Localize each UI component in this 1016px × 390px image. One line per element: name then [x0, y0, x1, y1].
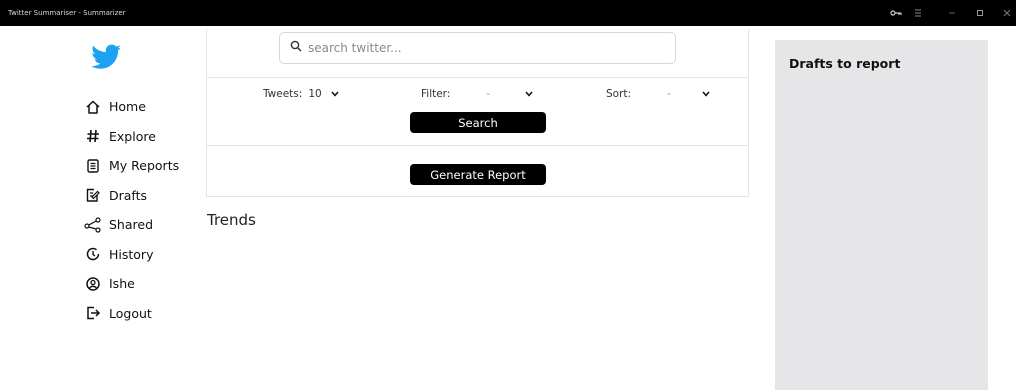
key-icon[interactable] — [888, 5, 904, 21]
search-box[interactable] — [279, 32, 676, 64]
sidebar-item-label: Home — [109, 99, 146, 115]
drafts-icon — [84, 186, 102, 204]
sidebar-item-drafts[interactable]: Drafts — [84, 181, 204, 211]
sidebar-item-my-reports[interactable]: My Reports — [84, 151, 204, 181]
window-title: Twitter Summariser - Summarizer — [8, 9, 126, 17]
sidebar-item-label: History — [109, 246, 154, 262]
generate-report-button[interactable]: Generate Report — [410, 164, 546, 185]
chevron-down-icon — [701, 89, 711, 99]
sidebar-item-label: Logout — [109, 305, 152, 321]
search-input[interactable] — [308, 41, 648, 55]
tweets-value: 10 — [308, 88, 322, 100]
maximize-icon[interactable] — [972, 5, 988, 21]
user-icon — [84, 275, 102, 293]
sidebar-item-label: Ishe — [109, 276, 135, 292]
sidebar-item-logout[interactable]: Logout — [84, 299, 204, 329]
chevron-down-icon — [330, 89, 340, 99]
filter-value: - — [486, 88, 491, 100]
sidebar-item-history[interactable]: History — [84, 240, 204, 270]
filter-select[interactable]: Filter: - — [421, 88, 534, 100]
sort-label: Sort: — [606, 88, 632, 100]
twitter-bird-icon[interactable] — [90, 44, 122, 70]
sidebar-item-home[interactable]: Home — [84, 92, 204, 122]
hashtag-icon — [84, 127, 102, 145]
filter-label: Filter: — [421, 88, 451, 100]
search-button[interactable]: Search — [410, 112, 546, 133]
minimize-icon[interactable] — [944, 5, 960, 21]
sidebar-nav: Home Explore My Reports Drafts Shared Hi… — [84, 92, 204, 328]
drafts-panel-title: Drafts to report — [789, 56, 901, 71]
history-icon — [84, 245, 102, 263]
chevron-down-icon — [524, 89, 534, 99]
divider — [207, 77, 748, 78]
search-icon — [290, 39, 302, 57]
title-bar: Twitter Summariser - Summarizer — [0, 0, 1016, 26]
menu-icon[interactable] — [910, 5, 926, 21]
report-icon — [84, 157, 102, 175]
search-panel: Tweets: 10 Filter: - Sort: - Search Gene… — [206, 29, 749, 197]
sort-select[interactable]: Sort: - — [606, 88, 711, 100]
close-icon[interactable] — [999, 5, 1015, 21]
sidebar-item-label: Drafts — [109, 187, 148, 203]
sort-value: - — [667, 88, 671, 100]
trends-heading: Trends — [207, 211, 256, 229]
sidebar-item-explore[interactable]: Explore — [84, 122, 204, 152]
home-icon — [84, 98, 102, 116]
sidebar-item-label: Shared — [109, 217, 154, 233]
share-icon — [84, 216, 102, 234]
sidebar-item-label: Explore — [109, 128, 156, 144]
tweets-label: Tweets: — [263, 88, 303, 100]
logout-icon — [84, 304, 102, 322]
tweets-count-select[interactable]: Tweets: 10 — [263, 88, 340, 100]
sidebar-item-shared[interactable]: Shared — [84, 210, 204, 240]
divider — [207, 145, 748, 146]
sidebar-item-label: My Reports — [109, 158, 180, 174]
drafts-panel: Drafts to report — [775, 40, 988, 390]
sidebar-item-profile[interactable]: Ishe — [84, 269, 204, 299]
